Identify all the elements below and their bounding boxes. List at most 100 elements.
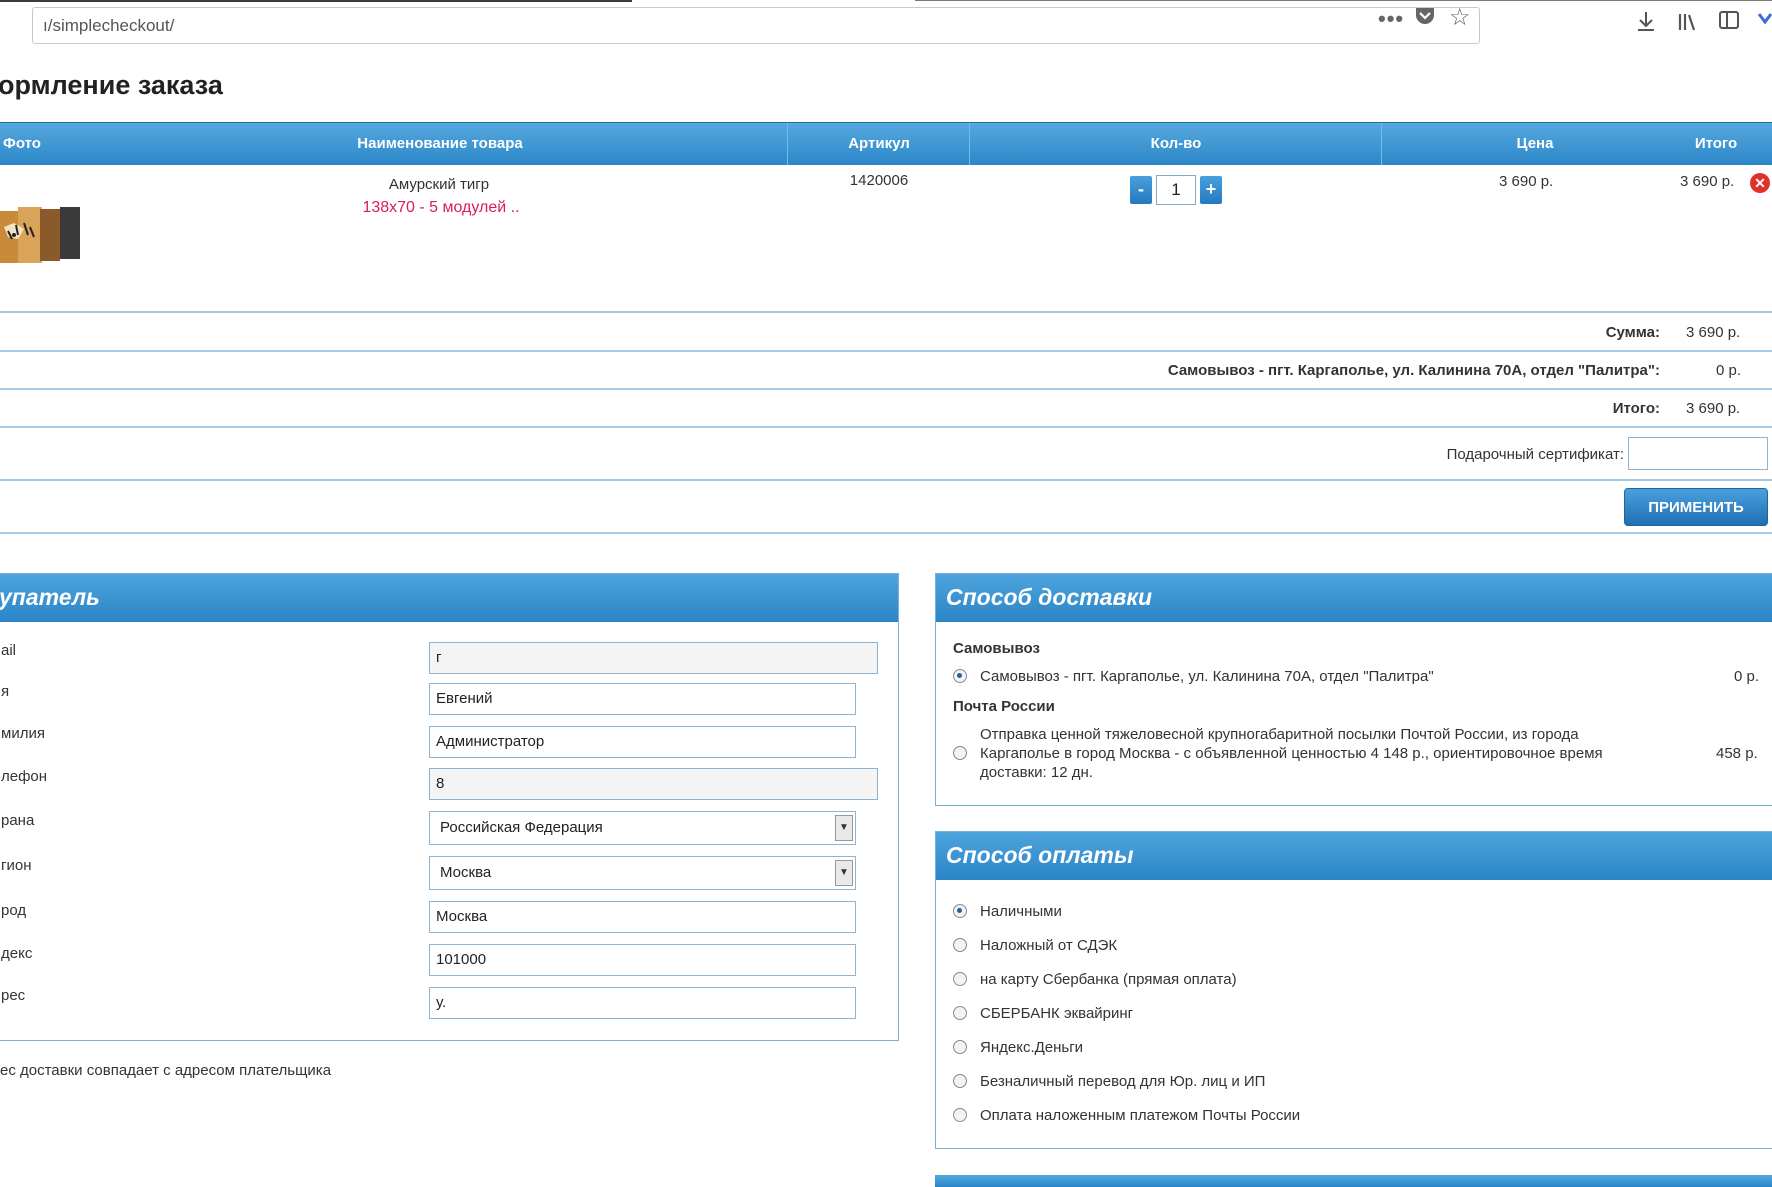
product-price: 3 690 р.	[1499, 173, 1554, 190]
next-panel-header	[935, 1175, 1772, 1187]
sidebar-icon[interactable]	[1718, 10, 1740, 36]
delivery-group-pickup: Самовывоз	[953, 640, 1040, 657]
header-separator	[969, 123, 970, 165]
delivery-option-label[interactable]: Отправка ценной тяжеловесной крупногабар…	[980, 726, 1579, 743]
product-thumbnail[interactable]	[0, 205, 82, 265]
delivery-group-post: Почта России	[953, 698, 1055, 715]
total-label: Итого:	[1612, 400, 1660, 417]
header-sku: Артикул	[848, 135, 910, 152]
row-divider	[0, 479, 1772, 481]
payment-panel-title: Способ оплаты	[946, 842, 1134, 868]
tab-divider	[915, 0, 1772, 1]
gift-certificate-input[interactable]	[1628, 437, 1768, 470]
address-bar[interactable]: ı/simplecheckout/	[32, 7, 1480, 44]
library-icon[interactable]	[1677, 12, 1699, 38]
buyer-panel-header: упатель	[0, 574, 898, 622]
shipping-label: Самовывоз - пгт. Каргаполье, ул. Калинин…	[1167, 362, 1660, 379]
apply-gift-button[interactable]: ПРИМЕНИТЬ	[1624, 488, 1768, 526]
surname-field[interactable]: Администратор	[429, 726, 856, 758]
row-divider	[0, 532, 1772, 534]
address-field[interactable]: у.	[429, 987, 856, 1019]
header-separator	[1381, 123, 1382, 165]
payment-option-radio[interactable]	[953, 938, 967, 952]
email-field[interactable]: г	[429, 642, 878, 674]
region-select-value: Москва	[440, 864, 492, 881]
country-select-value: Российская Федерация	[440, 819, 603, 836]
payment-option-label[interactable]: Оплата наложенным платежом Почты России	[980, 1107, 1300, 1124]
city-field[interactable]: Москва	[429, 901, 856, 933]
gift-certificate-label: Подарочный сертификат:	[1446, 446, 1624, 463]
delivery-option-label[interactable]: Самовывоз - пгт. Каргаполье, ул. Калинин…	[980, 668, 1434, 685]
region-select[interactable]: Москва ▼	[429, 856, 856, 890]
delivery-panel-title: Способ доставки	[946, 584, 1153, 610]
browser-toolbar: ı/simplecheckout/ ••• ☆	[0, 0, 1772, 50]
total-value: 3 690 р.	[1686, 400, 1741, 417]
chevron-down-icon[interactable]: ▼	[835, 815, 853, 841]
qty-input[interactable]	[1156, 175, 1196, 205]
header-photo: Фото	[3, 135, 41, 152]
download-icon[interactable]	[1636, 10, 1656, 38]
payment-option-radio[interactable]	[953, 1108, 967, 1122]
zip-field[interactable]: 101000	[429, 944, 856, 976]
zip-label: декс	[1, 945, 33, 962]
delivery-option-price: 0 р.	[1734, 668, 1760, 685]
delivery-panel-header: Способ доставки	[936, 574, 1772, 622]
pocket-icon[interactable]	[1414, 4, 1436, 32]
url-text[interactable]: ı/simplecheckout/	[43, 16, 174, 36]
same-address-note[interactable]: ес доставки совпадает с адресом плательщ…	[0, 1062, 331, 1079]
row-divider	[0, 311, 1772, 313]
cart-table-header: Фото Наименование товара Артикул Кол-во …	[0, 122, 1772, 165]
name-field[interactable]: Евгений	[429, 683, 856, 715]
sum-value: 3 690 р.	[1686, 324, 1741, 341]
chevron-down-icon[interactable]: ▼	[835, 860, 853, 886]
email-label: ail	[1, 642, 17, 659]
product-total: 3 690 р.	[1680, 173, 1735, 190]
phone-label: лефон	[1, 768, 48, 785]
payment-option-label[interactable]: Яндекс.Деньги	[980, 1039, 1083, 1056]
remove-item-icon[interactable]: ✕	[1750, 173, 1770, 193]
country-label: рана	[1, 812, 35, 829]
delivery-option-price: 458 р.	[1716, 745, 1758, 762]
row-divider	[0, 388, 1772, 390]
bookmark-star-icon[interactable]: ☆	[1449, 3, 1471, 32]
qty-decrease-button[interactable]: -	[1130, 176, 1152, 204]
delivery-option-label[interactable]: Каргаполье в город Москва - с объявленно…	[980, 745, 1603, 762]
tab-indicator	[0, 0, 632, 2]
header-qty: Кол-во	[1150, 135, 1202, 152]
header-price: Цена	[1516, 135, 1554, 152]
region-label: гион	[1, 857, 32, 874]
address-label: рес	[1, 987, 26, 1004]
payment-option-radio[interactable]	[953, 972, 967, 986]
extension-icon[interactable]	[1757, 10, 1772, 38]
header-name: Наименование товара	[357, 135, 523, 152]
delivery-option-label[interactable]: доставки: 12 дн.	[980, 764, 1093, 781]
payment-panel: Способ оплаты Наличными Наложный от СДЭК…	[935, 831, 1772, 1149]
header-total: Итого	[1694, 135, 1738, 152]
product-options: 138x70 - 5 модулей ..	[362, 199, 520, 216]
payment-option-label[interactable]: Безналичный перевод для Юр. лиц и ИП	[980, 1073, 1265, 1090]
surname-label: милия	[1, 725, 45, 742]
delivery-panel: Способ доставки Самовывоз Самовывоз - пг…	[935, 573, 1772, 806]
phone-field[interactable]: 8	[429, 768, 878, 800]
buyer-panel: упатель ail г я Евгений милия Администра…	[0, 573, 899, 1041]
row-divider	[0, 426, 1772, 428]
payment-panel-header: Способ оплаты	[936, 832, 1772, 880]
payment-option-radio[interactable]	[953, 1074, 967, 1088]
city-label: род	[1, 902, 27, 919]
payment-option-label[interactable]: Наложный от СДЭК	[980, 937, 1117, 954]
payment-option-radio[interactable]	[953, 1006, 967, 1020]
payment-option-radio[interactable]	[953, 1040, 967, 1054]
payment-option-label[interactable]: СБЕРБАНК эквайринг	[980, 1005, 1133, 1022]
payment-option-label[interactable]: Наличными	[980, 903, 1062, 920]
more-dots-icon[interactable]: •••	[1378, 6, 1404, 32]
product-sku: 1420006	[849, 172, 909, 189]
country-select[interactable]: Российская Федерация ▼	[429, 811, 856, 845]
payment-option-radio[interactable]	[953, 904, 967, 918]
qty-increase-button[interactable]: +	[1200, 176, 1222, 204]
delivery-option-radio[interactable]	[953, 746, 967, 760]
product-name[interactable]: Амурский тигр	[389, 176, 489, 193]
row-divider	[0, 350, 1772, 352]
delivery-option-radio[interactable]	[953, 669, 967, 683]
payment-option-label[interactable]: на карту Сбербанка (прямая оплата)	[980, 971, 1237, 988]
page-title: ормление заказа	[0, 70, 223, 100]
